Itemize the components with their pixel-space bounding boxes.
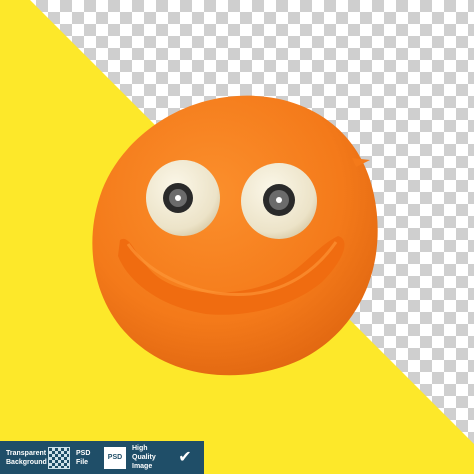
left-eye: [146, 160, 220, 236]
smiley-face: [92, 95, 378, 376]
product-image: Transparent Background PSD File PSD High…: [0, 0, 474, 474]
psd-file-icon: PSD: [104, 446, 126, 469]
feature-banner: Transparent Background PSD File PSD High…: [0, 441, 204, 474]
right-eye: [241, 163, 317, 239]
psd-file-label: PSD File: [76, 449, 91, 466]
checkerboard-icon: [48, 446, 70, 469]
checkmark-icon: ✔: [178, 449, 192, 466]
orange-clay-smiley: [92, 95, 378, 376]
high-quality-label: High Quality Image: [132, 445, 156, 470]
transparent-background-label: Transparent Background: [6, 449, 47, 466]
